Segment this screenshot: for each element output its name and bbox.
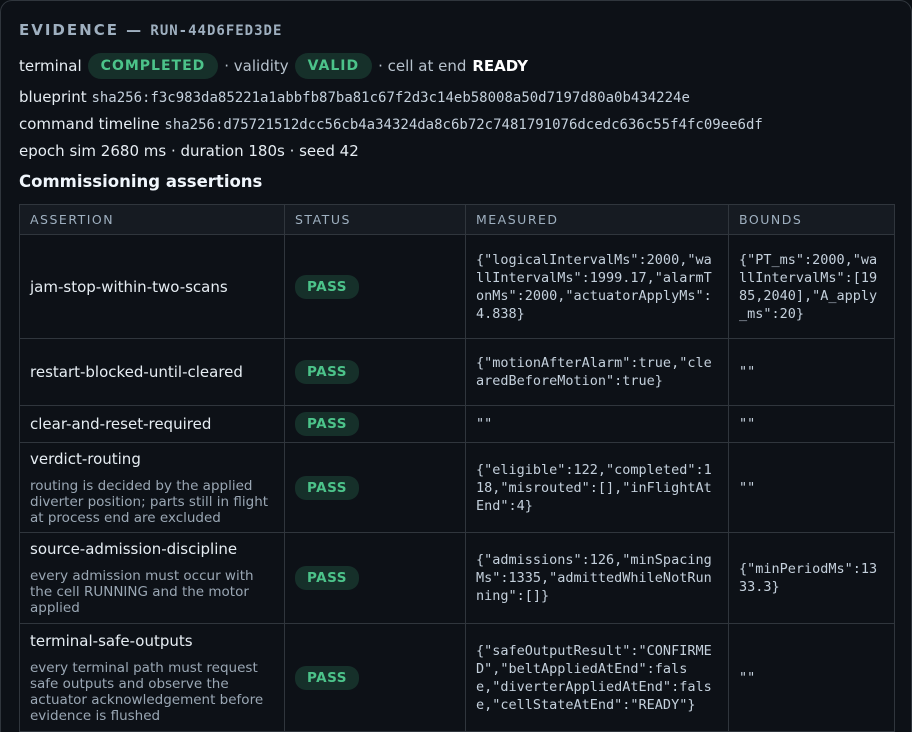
evidence-heading: EVIDENCE — RUN-44D6FED3DE (19, 21, 282, 39)
header-measured: MEASURED (465, 204, 729, 235)
assertion-cell: restart-blocked-until-cleared (19, 338, 285, 406)
assertions-table: ASSERTION STATUS MEASURED BOUNDS jam-sto… (19, 204, 895, 732)
assertion-name: terminal-safe-outputs (30, 631, 193, 650)
validity-label: · validity (224, 57, 289, 75)
header-bounds: BOUNDS (728, 204, 895, 235)
timeline-line: command timeline sha256:d75721512dcc56cb… (19, 115, 763, 133)
blueprint-line: blueprint sha256:f3c983da85221a1abbfb87b… (19, 88, 690, 106)
assertion-name: restart-blocked-until-cleared (30, 363, 243, 381)
bounds-value: "" (739, 669, 756, 686)
table-row: jam-stop-within-two-scans PASS {"logical… (19, 234, 895, 339)
cell-label: · cell at end (378, 57, 467, 75)
assertion-name: clear-and-reset-required (30, 415, 212, 433)
status-cell: PASS (284, 532, 466, 624)
measured-value: {"logicalIntervalMs":2000,"wallIntervalM… (476, 251, 712, 322)
bounds-value: "" (739, 416, 756, 432)
table-row: restart-blocked-until-cleared PASS {"mot… (19, 338, 895, 406)
cell-state-value: READY (472, 57, 528, 75)
measured-cell: {"admissions":126,"minSpacingMs":1335,"a… (465, 532, 729, 624)
assertion-description: every terminal path must request safe ou… (30, 659, 264, 724)
measured-cell: {"motionAfterAlarm":true,"clearedBeforeM… (465, 338, 729, 406)
measured-cell: {"safeOutputResult":"CONFIRMED","beltApp… (465, 623, 729, 732)
bounds-cell: "" (728, 442, 895, 533)
header-assertion: ASSERTION (19, 204, 285, 235)
status-badge: PASS (295, 665, 359, 690)
blueprint-hash[interactable]: sha256:f3c983da85221a1abbfb87ba81c67f2d3… (91, 90, 689, 106)
assertion-name: verdict-routing (30, 449, 141, 468)
assertions-title: Commissioning assertions (19, 172, 263, 191)
bounds-cell: {"minPeriodMs":1333.3} (728, 532, 895, 624)
status-cell: PASS (284, 623, 466, 732)
table-row: clear-and-reset-required PASS "" "" (19, 405, 895, 443)
bounds-cell: "" (728, 623, 895, 732)
validity-badge: VALID (294, 53, 373, 79)
measured-cell: {"eligible":122,"completed":118,"misrout… (465, 442, 729, 533)
status-cell: PASS (284, 234, 466, 339)
assertion-cell: terminal-safe-outputs every terminal pat… (19, 623, 285, 732)
bounds-cell: "" (728, 405, 895, 443)
status-badge: PASS (295, 566, 359, 590)
bounds-value: {"PT_ms":2000,"wallIntervalMs":[1985,204… (739, 251, 878, 322)
measured-cell: "" (465, 405, 729, 443)
measured-value: {"eligible":122,"completed":118,"misrout… (476, 461, 712, 514)
assertion-name: source-admission-discipline (30, 540, 238, 558)
table-row: terminal-safe-outputs every terminal pat… (19, 623, 895, 732)
timeline-label: command timeline (19, 115, 160, 133)
status-badge: PASS (295, 274, 359, 299)
status-cell: PASS (284, 405, 466, 443)
assertion-cell: jam-stop-within-two-scans (19, 234, 285, 339)
table-row: verdict-routing routing is decided by th… (19, 442, 895, 533)
terminal-label: terminal (19, 57, 82, 75)
measured-value: {"admissions":126,"minSpacingMs":1335,"a… (476, 552, 712, 604)
assertion-name: jam-stop-within-two-scans (30, 277, 228, 296)
assertion-cell: source-admission-discipline every admiss… (19, 532, 285, 624)
bounds-value: "" (739, 479, 756, 496)
bounds-value: {"minPeriodMs":1333.3} (739, 561, 878, 595)
assertion-cell: clear-and-reset-required (19, 405, 285, 443)
status-badge: PASS (295, 360, 359, 384)
meta-line: epoch sim 2680 ms · duration 180s · seed… (19, 142, 359, 160)
status-badge: PASS (295, 475, 359, 500)
measured-value: {"motionAfterAlarm":true,"clearedBeforeM… (476, 355, 712, 389)
status-cell: PASS (284, 442, 466, 533)
measured-value: "" (476, 416, 493, 432)
terminal-badge: COMPLETED (87, 53, 219, 79)
evidence-panel: EVIDENCE — RUN-44D6FED3DE terminal COMPL… (0, 0, 912, 732)
table-row: source-admission-discipline every admiss… (19, 532, 895, 624)
bounds-value: "" (739, 364, 756, 380)
measured-cell: {"logicalIntervalMs":2000,"wallIntervalM… (465, 234, 729, 339)
timeline-hash[interactable]: sha256:d75721512dcc56cb4a34324da8c6b72c7… (164, 117, 762, 133)
assertion-description: routing is decided by the applied divert… (30, 477, 269, 526)
table-header-row: ASSERTION STATUS MEASURED BOUNDS (19, 204, 895, 235)
assertion-description: every admission must occur with the cell… (30, 568, 254, 616)
bounds-cell: "" (728, 338, 895, 406)
bounds-cell: {"PT_ms":2000,"wallIntervalMs":[1985,204… (728, 234, 895, 339)
blueprint-label: blueprint (19, 88, 87, 106)
status-line: terminal COMPLETED · validity VALID · ce… (19, 53, 528, 79)
header-status: STATUS (284, 204, 466, 235)
status-badge: PASS (295, 412, 359, 436)
measured-value: {"safeOutputResult":"CONFIRMED","beltApp… (476, 642, 712, 713)
status-cell: PASS (284, 338, 466, 406)
evidence-label: EVIDENCE — (19, 21, 151, 39)
run-id: RUN-44D6FED3DE (150, 23, 283, 39)
assertion-cell: verdict-routing routing is decided by th… (19, 442, 285, 533)
